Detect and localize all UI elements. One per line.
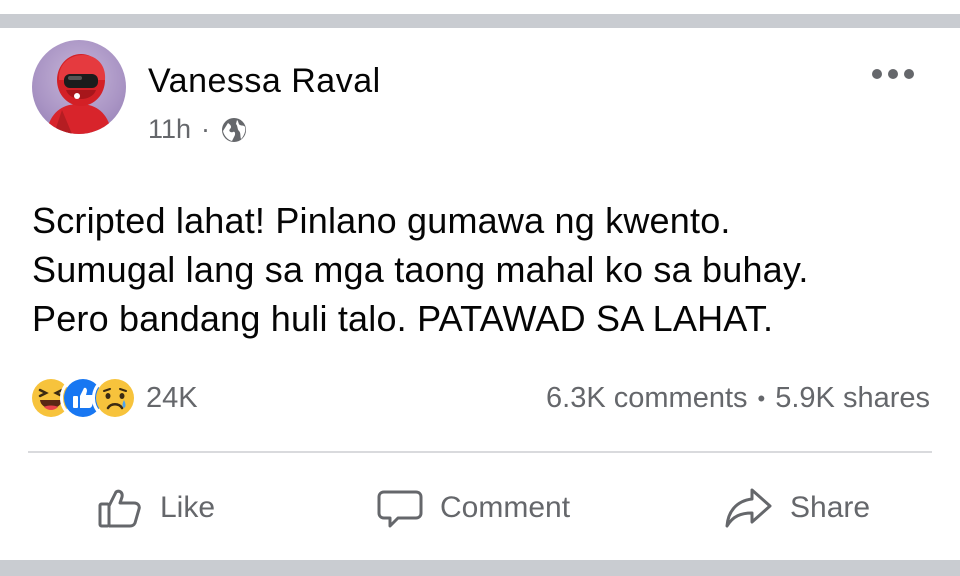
more-horizontal-icon[interactable]	[870, 62, 916, 86]
meta-separator: ·	[201, 114, 211, 144]
avatar[interactable]	[32, 40, 126, 134]
post-text: Scripted lahat! Pinlano gumawa ng kwento…	[32, 196, 932, 343]
shares-count[interactable]: 5.9K shares	[775, 382, 930, 415]
stats-separator: •	[757, 385, 766, 411]
post-text-line: Pero bandang huli talo. PATAWAD SA LAHAT…	[32, 298, 774, 339]
top-band	[0, 0, 960, 14]
comments-count[interactable]: 6.3K comments	[546, 382, 747, 415]
sad-icon	[92, 375, 138, 421]
comment-label: Comment	[440, 491, 571, 524]
comment-bubble-icon	[377, 490, 423, 528]
post-stats: 6.3K comments • 5.9K shares	[546, 382, 930, 415]
author-name[interactable]: Vanessa Raval	[148, 62, 381, 101]
like-button[interactable]: Like	[96, 480, 215, 536]
avatar-helmet-image	[46, 54, 112, 134]
post-text-line: Scripted lahat! Pinlano gumawa ng kwento…	[32, 200, 731, 241]
feed-separator-top	[0, 14, 960, 28]
thumbs-up-icon	[98, 489, 141, 528]
feed-separator-bottom	[0, 560, 960, 576]
share-button[interactable]: Share	[724, 480, 870, 536]
like-label: Like	[160, 491, 216, 524]
globe-icon[interactable]	[220, 116, 248, 144]
reactions-summary[interactable]: 24K	[28, 375, 198, 421]
share-label: Share	[790, 491, 871, 524]
post-meta: 11h ·	[148, 114, 248, 145]
post-text-line: Sumugal lang sa mga taong mahal ko sa bu…	[32, 249, 809, 290]
share-arrow-icon	[725, 488, 772, 528]
reaction-count[interactable]: 24K	[146, 382, 198, 415]
comment-button[interactable]: Comment	[376, 480, 570, 536]
post-timestamp[interactable]: 11h	[148, 114, 191, 145]
actions-divider	[28, 451, 932, 453]
